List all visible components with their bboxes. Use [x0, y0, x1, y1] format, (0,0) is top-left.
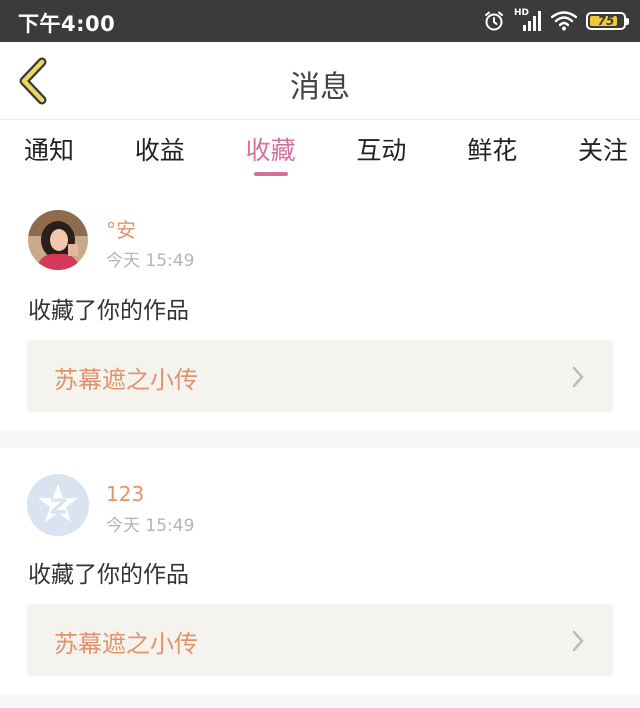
active-tab-indicator: [253, 172, 288, 176]
user-name[interactable]: 123: [106, 482, 144, 506]
tab-notifications[interactable]: 通知: [24, 121, 74, 183]
nav-header: 消息: [0, 42, 640, 120]
message-text: 收藏了你的作品: [28, 298, 189, 324]
status-time: 下午4:00: [18, 12, 116, 36]
avatar[interactable]: [27, 474, 89, 536]
tab-label: 鲜花: [467, 136, 518, 165]
tab-interactions[interactable]: 互动: [356, 121, 406, 183]
wifi-icon: [551, 11, 577, 31]
tab-flowers[interactable]: 鲜花: [467, 121, 517, 183]
alarm-icon: [483, 10, 505, 32]
section-divider: [0, 694, 640, 708]
status-icons: HD 75: [483, 8, 629, 33]
page-title: 消息: [290, 70, 350, 105]
tab-follows[interactable]: 关注: [578, 121, 628, 183]
work-title: 苏幕遮之小传: [54, 366, 198, 394]
work-link-card[interactable]: 苏幕遮之小传: [27, 604, 613, 676]
work-link-card[interactable]: 苏幕遮之小传: [27, 340, 613, 412]
status-bar: 下午4:00 HD 75: [0, 0, 640, 42]
network-type-label: HD: [514, 8, 530, 18]
default-avatar-icon: [27, 474, 89, 536]
tab-label: 收益: [134, 136, 185, 165]
chevron-right-icon: [572, 366, 584, 388]
battery-percentage: 75: [597, 14, 615, 28]
signal-icon: HD: [514, 8, 542, 32]
message-time: 今天 15:49: [106, 251, 195, 271]
tab-label: 收藏: [245, 136, 296, 165]
message-item: 123 今天 15:49 收藏了你的作品 苏幕遮之小传: [0, 448, 640, 708]
tab-bar: 通知 收益 收藏 互动 鲜花 关注: [0, 121, 640, 183]
battery-icon: 75: [586, 12, 629, 30]
chevron-right-icon: [572, 630, 584, 652]
avatar[interactable]: [28, 210, 88, 270]
user-name[interactable]: °安: [106, 214, 136, 243]
tab-earnings[interactable]: 收益: [135, 121, 185, 183]
message-time: 今天 15:49: [106, 516, 195, 536]
tab-label: 关注: [577, 136, 628, 165]
tab-label: 互动: [356, 136, 407, 165]
tab-favorites[interactable]: 收藏: [246, 121, 296, 183]
section-divider: [0, 430, 640, 448]
tab-label: 通知: [24, 136, 75, 165]
work-title: 苏幕遮之小传: [54, 630, 198, 658]
message-text: 收藏了你的作品: [28, 562, 189, 588]
message-item: °安 今天 15:49 收藏了你的作品 苏幕遮之小传: [0, 190, 640, 430]
